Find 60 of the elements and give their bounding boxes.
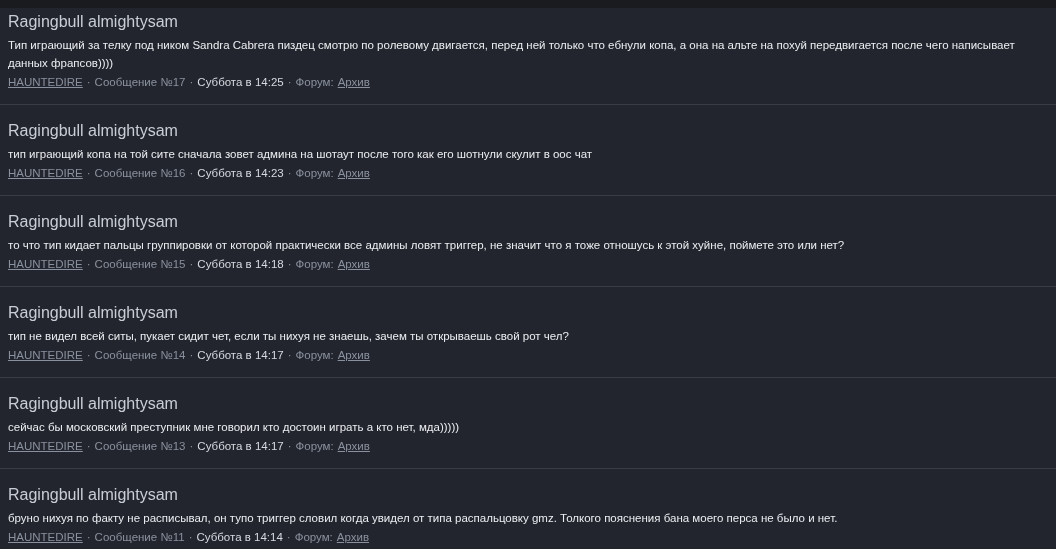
meta-link[interactable]: HAUNTEDIRE <box>8 164 83 182</box>
post-text: бруно нихуя по факту не расписывал, он тупо триггер словил когда увидел от типа распальцовку gmz. Толкого пояснения бана моего перса не было и нет. <box>8 511 839 526</box>
separator-dot: · <box>189 348 194 363</box>
separator-dot: · <box>86 348 91 363</box>
separator-dot: · <box>189 75 194 90</box>
post-title: Ragingbull almightysam <box>8 212 179 232</box>
separator-dot: · <box>287 348 292 363</box>
meta-text: Форум: <box>295 348 334 363</box>
post-time: Суббота в 14:17 <box>197 439 284 454</box>
meta-link[interactable]: Архив <box>337 164 370 182</box>
meta-text: Форум: <box>295 75 334 90</box>
separator-dot: · <box>287 257 292 272</box>
post-title: Ragingbull almightysam <box>8 394 179 414</box>
meta-text: Сообщение №11 <box>94 530 185 545</box>
separator-dot: · <box>287 439 292 454</box>
meta-text: Форум: <box>295 257 334 272</box>
meta-link[interactable]: Архив <box>337 255 370 273</box>
post-text: то что тип кидает пальцы группировки от которой практически все админы ловят триггер, не значит что я тоже отношусь к этой хуйне, поймете это или нет? <box>8 238 846 253</box>
meta-text: Сообщение №13 <box>94 439 186 454</box>
post-time: Суббота в 14:14 <box>196 530 283 545</box>
meta-text: Сообщение №17 <box>94 75 186 90</box>
post-time: Суббота в 14:17 <box>197 348 284 363</box>
separator-dot: · <box>287 166 292 181</box>
post-title: Ragingbull almightysam <box>8 121 179 141</box>
meta-text: Форум: <box>295 439 334 454</box>
meta-text: Сообщение №15 <box>94 257 186 272</box>
post-text: тип играющий копа на той сите сначала зовет админа на шотаут после того как его шотнули скулит в оос чат <box>8 147 594 162</box>
meta-link[interactable]: Архив <box>337 73 370 91</box>
meta-link[interactable]: HAUNTEDIRE <box>8 528 83 546</box>
separator-dot: · <box>287 75 292 90</box>
post-title: Ragingbull almightysam <box>8 303 179 323</box>
meta-link[interactable]: HAUNTEDIRE <box>8 346 83 364</box>
meta-link[interactable]: Архив <box>337 346 370 364</box>
post-text: Тип играющий за телку под ником Sandra Cabrera пиздец смотрю по ролевому двигается, перед ней только что ебнули копа, а она на альте на похуй передвигается после чего написывает данных фрапсов)))) <box>8 38 1016 71</box>
meta-text: Сообщение №14 <box>94 348 186 363</box>
post-time: Суббота в 14:23 <box>197 166 284 181</box>
meta-link[interactable]: Архив <box>336 528 370 546</box>
post-title: Ragingbull almightysam <box>8 485 179 505</box>
separator-dot: · <box>86 75 91 90</box>
separator-dot: · <box>286 530 291 545</box>
separator-dot: · <box>86 166 91 181</box>
separator-dot: · <box>86 439 91 454</box>
meta-text: Сообщение №16 <box>94 166 186 181</box>
separator-dot: · <box>86 257 91 272</box>
separator-dot: · <box>189 439 194 454</box>
meta-text: Форум: <box>295 166 334 181</box>
separator-dot: · <box>188 530 193 545</box>
meta-text: Форум: <box>294 530 333 545</box>
post-text: сейчас бы московский преступник мне говорил кто достоин играть а кто нет, мда))))) <box>8 420 461 435</box>
meta-link[interactable]: HAUNTEDIRE <box>8 73 83 91</box>
separator-dot: · <box>189 257 194 272</box>
separator-dot: · <box>86 530 91 545</box>
post-title: Ragingbull almightysam <box>8 12 179 32</box>
meta-link[interactable]: Архив <box>337 437 370 455</box>
post-time: Суббота в 14:25 <box>197 75 284 90</box>
separator-dot: · <box>189 166 194 181</box>
post-time: Суббота в 14:18 <box>197 257 284 272</box>
meta-link[interactable]: HAUNTEDIRE <box>8 255 83 273</box>
post-text: тип не видел всей ситы, пукает сидит чет, если ты нихуя не знаешь, зачем ты открываешь свой рот чел? <box>8 329 570 344</box>
meta-link[interactable]: HAUNTEDIRE <box>8 437 83 455</box>
